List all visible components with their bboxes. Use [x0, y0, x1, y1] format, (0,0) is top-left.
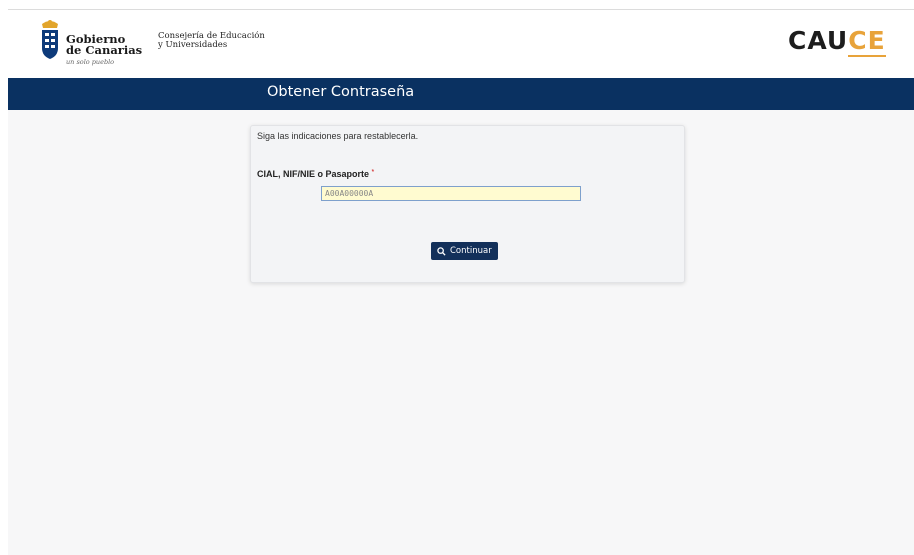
cauce-logo[interactable]: CAUCE	[788, 26, 886, 57]
required-mark: *	[371, 169, 375, 176]
title-bar: Obtener Contraseña	[8, 78, 914, 110]
cauce-logo-prefix: CAU	[788, 26, 849, 55]
continue-button[interactable]: Continuar	[431, 242, 498, 260]
consejeria-name: Consejería de Educación y Universidades	[158, 32, 265, 50]
coat-of-arms-icon	[42, 20, 58, 59]
instructions-text: Siga las indicaciones para restablecerla…	[257, 131, 419, 141]
id-input[interactable]	[321, 186, 581, 201]
consejeria-line2: y Universidades	[158, 40, 228, 50]
password-recovery-card: Siga las indicaciones para restablecerla…	[250, 125, 685, 283]
de-canarias-text: de Canarias	[66, 43, 143, 57]
page-title: Obtener Contraseña	[267, 84, 415, 100]
motto-text: un solo pueblo	[66, 58, 115, 66]
search-icon	[437, 246, 446, 256]
site-header: Gobierno de Canarias un solo pueblo Cons…	[8, 10, 914, 78]
cauce-logo-suffix: CE	[848, 26, 886, 57]
page: Gobierno de Canarias un solo pueblo Cons…	[8, 9, 914, 555]
gobierno-canarias-logo[interactable]: Gobierno de Canarias un solo pueblo	[38, 18, 148, 68]
continue-label: Continuar	[450, 246, 492, 256]
id-field-label-text: CIAL, NIF/NIE o Pasaporte	[257, 169, 370, 179]
id-field-label: CIAL, NIF/NIE o Pasaporte *	[257, 169, 374, 179]
